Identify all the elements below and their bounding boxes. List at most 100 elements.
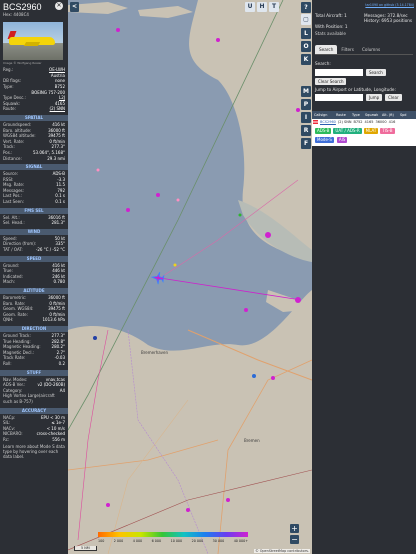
source-legend-2: Mode-S AIS	[312, 137, 416, 146]
row-squawk: 4165	[364, 120, 374, 124]
col-type[interactable]: Type	[350, 111, 363, 119]
search-button[interactable]: Search	[366, 68, 386, 76]
section-row-key: TAT / OAT:	[3, 247, 23, 253]
info-field-key: Reg.:	[3, 67, 14, 73]
section-row-value: 281.3°	[51, 220, 65, 226]
source-chip-tis-b: TIS-B	[380, 128, 395, 134]
close-icon[interactable]: ✕	[55, 2, 63, 10]
toggle-o-button[interactable]: O	[301, 41, 311, 52]
source-chip-mlat: MLAT	[363, 128, 379, 134]
section-header-accuracy: ACCURACY	[0, 407, 68, 414]
with-position: With Position: 1	[315, 23, 348, 29]
section-header-stuff: STUFF	[0, 369, 68, 376]
source-chip-mode-s: Mode-S	[315, 137, 334, 143]
col-alt[interactable]: Alt. (ft)	[380, 111, 398, 119]
col-spd[interactable]: Spd	[398, 111, 408, 119]
altitude-legend-labels: 100 2 000 4 000 6 000 10 000 20 000 30 0…	[98, 539, 248, 543]
section-row-key: Sel. Head.:	[3, 220, 25, 226]
photo-credit: Image © Wolfgang Rosler	[3, 60, 42, 65]
zoom-in-button[interactable]: +	[290, 524, 299, 533]
source-legend: ADS-B UAT / ADS-R MLAT TIS-B	[312, 125, 416, 137]
jump-button[interactable]: Jump	[366, 94, 383, 101]
section-row-key: Mach:	[3, 279, 15, 285]
col-route[interactable]: Route	[334, 111, 350, 119]
aircraft-info-panel: BCS2960 Hex: 4408C4 ✕ Image © Wolfgang R…	[0, 0, 68, 554]
section-row-value: 0.780	[53, 279, 65, 285]
info-field-key: Type:	[3, 83, 14, 89]
aircraft-sections: SPATIAL Groundspeed: 416 kt Baro. altitude:…	[0, 114, 68, 443]
section-row-key: such as B-757)	[3, 398, 33, 404]
tab-filters[interactable]: Filters	[337, 45, 358, 55]
section-row: such as B-757)	[0, 399, 68, 405]
section-header-fms-sel: FMS SEL	[0, 207, 68, 214]
section-row-value: 0.1 s	[55, 199, 65, 205]
clear-search-button[interactable]: Clear Search	[315, 77, 347, 85]
section-row-value: 556 m	[52, 436, 65, 442]
section-row: Last Seen: 0.1 s	[0, 199, 68, 205]
panel-tabs: Search Filters Columns	[315, 44, 413, 55]
aircraft-hex: Hex: 4408C4	[3, 12, 29, 17]
section-row-value: 0.2	[58, 360, 65, 366]
aircraft-photo[interactable]	[3, 21, 63, 60]
toggle-i-button[interactable]: I	[301, 112, 311, 123]
settings-toggle-button[interactable]: ▢	[301, 14, 311, 25]
history-count: History: 6953 positions	[364, 18, 413, 23]
version-link[interactable]: tar1090 on github (3.14.1784)	[312, 0, 416, 9]
tab-search[interactable]: Search	[315, 44, 338, 54]
legend-label: 30 000	[212, 539, 225, 543]
toggle-t-button[interactable]: T	[269, 2, 279, 12]
info-footer: Learn more about Mode S data type by hov…	[3, 444, 65, 460]
info-field-row: Route: (2) SNN	[0, 106, 68, 112]
altitude-legend-bar	[98, 532, 248, 537]
toggle-r-button[interactable]: R	[301, 125, 311, 136]
section-row-value: 29.3 nmi	[47, 155, 65, 161]
legend-label: 40 000+	[233, 539, 248, 543]
plane-wing-shape	[23, 41, 41, 46]
aircraft-fields: Reg.: OE-LWH Austria DB flags: none Type: B752…	[0, 67, 68, 112]
toggle-p-button[interactable]: P	[301, 99, 311, 110]
toggle-k-button[interactable]: K	[301, 54, 311, 65]
search-input[interactable]	[315, 68, 363, 76]
map-toggle-strip: ? ▢ L O K M P I R F	[300, 0, 312, 150]
help-button[interactable]: ?	[301, 2, 311, 13]
tab-columns[interactable]: Columns	[358, 45, 384, 55]
map-label-bremen: Bremen	[244, 438, 260, 443]
row-type: B752	[353, 120, 363, 124]
section-row-value: A4	[59, 387, 65, 393]
col-callsign[interactable]: Callsign	[312, 111, 334, 119]
map-view[interactable]: Bremerhaven Bremen < U H T 100 2 000 4 0…	[68, 0, 312, 554]
section-header-altitude: ALTITUDE	[0, 288, 68, 294]
col-squawk[interactable]: Squawk	[363, 111, 380, 119]
section-row: Sel. Head.: 281.3°	[0, 220, 68, 226]
jump-input[interactable]	[315, 94, 363, 101]
search-block: Search: Search Clear Search Jump to Airp…	[312, 55, 416, 105]
legend-label: 4 000	[132, 539, 143, 543]
toggle-m-button[interactable]: M	[301, 86, 311, 97]
section-row: Mach: 0.780	[0, 279, 68, 285]
aircraft-table: Callsign Route Type Squawk Alt. (ft) Spd…	[312, 111, 416, 146]
tar1090-window: BCS2960 Hex: 4408C4 ✕ Image © Wolfgang R…	[0, 0, 416, 554]
section-row-key: QNH:	[3, 317, 14, 323]
zoom-out-button[interactable]: −	[290, 535, 299, 544]
toggle-f-button[interactable]: F	[301, 138, 311, 149]
section-row: Roll: 0.2	[0, 361, 68, 367]
row-callsign[interactable]: BCS2960	[319, 119, 337, 125]
section-header-speed: SPEED	[0, 255, 68, 262]
toggle-l-button[interactable]: L	[301, 28, 311, 39]
clear-jump-button[interactable]: Clear	[385, 94, 402, 101]
section-row: Distance: 29.3 nmi	[0, 156, 68, 162]
section-row-value: -26 °C / -52 °C	[35, 247, 65, 253]
aircraft-list-panel: tar1090 on github (3.14.1784) Total Airc…	[312, 0, 416, 554]
row-alt: 36000	[375, 120, 387, 124]
section-header-wind: WIND	[0, 228, 68, 235]
legend-label: 2 000	[113, 539, 124, 543]
info-field-value[interactable]: (2) SNN	[50, 106, 65, 112]
toggle-h-button[interactable]: H	[257, 2, 267, 12]
section-row: TAT / OAT: -26 °C / -52 °C	[0, 247, 68, 253]
collapse-info-button[interactable]: <	[70, 2, 79, 12]
toggle-u-button[interactable]: U	[245, 2, 255, 12]
section-row-key: Rc:	[3, 436, 10, 442]
row-spd: 416	[388, 120, 396, 124]
stats-available-link[interactable]: Stats available	[312, 29, 416, 39]
section-row-value: 1013.6 hPa	[42, 317, 66, 323]
